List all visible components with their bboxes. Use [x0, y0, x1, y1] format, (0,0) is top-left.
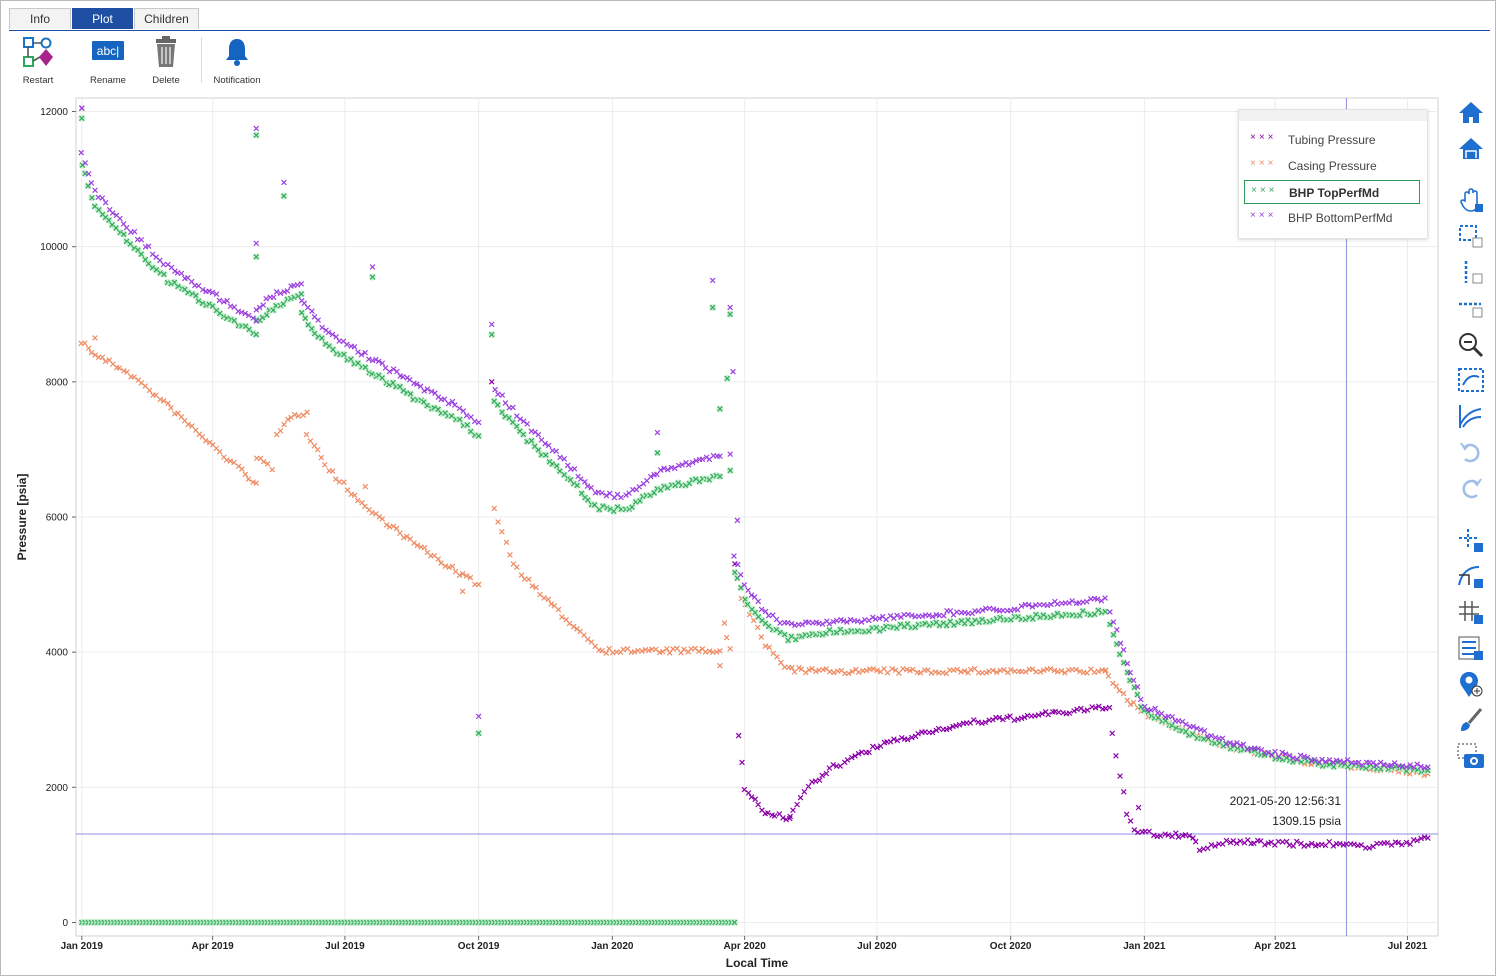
autoscale-tool-button[interactable] [1455, 365, 1487, 395]
legend-item-tubing[interactable]: ××× Tubing Pressure [1244, 128, 1420, 152]
legend-label-bhp-bottom: BHP BottomPerfMd [1288, 211, 1393, 225]
camera-icon [1457, 743, 1484, 768]
legend-header [1239, 110, 1427, 121]
x-axis-label: Local Time [726, 956, 789, 970]
y-axis-label: Pressure [psia] [15, 474, 29, 561]
y-tick-label: 12000 [40, 107, 68, 118]
legend-icon [1458, 636, 1483, 660]
redo-icon [1462, 478, 1482, 499]
x-tick-label: Jul 2020 [857, 941, 897, 952]
y-tick-label: 2000 [46, 783, 69, 794]
legend-marker-casing: ××× [1250, 158, 1277, 169]
legend-label-casing: Casing Pressure [1288, 159, 1377, 173]
curve-tool-tool-button[interactable] [1455, 561, 1487, 591]
y-tick-label: 10000 [40, 242, 68, 253]
home-reset-tool-button[interactable] [1455, 133, 1487, 163]
pan-hand-icon [1460, 188, 1483, 212]
crosshair-tool-button[interactable] [1455, 525, 1487, 555]
pressure-chart[interactable]: 0 2000 4000 6000 8000 10000 12000 Jan 2019 Apr 2… [1, 91, 1451, 975]
pin-add-tool-button[interactable] [1455, 669, 1487, 699]
x-tick-label: Apr 2020 [724, 941, 767, 952]
bell-icon [226, 39, 248, 66]
x-zoom-icon [1464, 261, 1483, 284]
x-tick-label: Oct 2020 [990, 941, 1032, 952]
legend-item-casing[interactable]: ××× Casing Pressure [1244, 154, 1420, 178]
restart-button[interactable]: Restart [3, 35, 73, 87]
y-tick-label: 0 [62, 918, 68, 929]
x-tick-label: Apr 2021 [1254, 941, 1297, 952]
x-tick-label: Jan 2019 [61, 941, 104, 952]
notification-button[interactable]: Notification [202, 35, 272, 87]
legend-item-bhp-top[interactable]: ××× BHP TopPerfMd [1244, 180, 1420, 204]
zoom-out-tool-button[interactable] [1455, 329, 1487, 359]
delete-label: Delete [152, 75, 180, 86]
grid-tool-button[interactable] [1455, 597, 1487, 627]
tooltip-value: 1309.15 psia [1272, 814, 1341, 828]
brush-tool-button[interactable] [1455, 705, 1487, 735]
legend-marker-tubing: ××× [1250, 132, 1277, 143]
chart-legend: ××× Tubing Pressure ××× Casing Pressure … [1238, 109, 1428, 239]
brush-icon [1461, 708, 1483, 731]
tab-children[interactable]: Children [134, 8, 199, 29]
undo-icon [1460, 442, 1480, 463]
y-tick-label: 6000 [46, 513, 69, 524]
tab-divider [9, 30, 1490, 31]
notification-label: Notification [213, 75, 261, 86]
undo-tool-button[interactable] [1455, 437, 1487, 467]
trash-icon [156, 36, 176, 67]
home-reset-icon [1459, 138, 1483, 159]
box-zoom-tool-button[interactable] [1455, 221, 1487, 251]
delete-button[interactable]: Delete [131, 35, 201, 87]
restart-label: Restart [22, 75, 54, 86]
y-tick-label: 8000 [46, 377, 69, 388]
redo-tool-button[interactable] [1455, 473, 1487, 503]
x-tick-label: Jul 2021 [1388, 941, 1428, 952]
crosshair-tooltip: 2021-05-20 12:56:31 1309.15 psia [1201, 791, 1341, 831]
box-zoom-icon [1459, 225, 1483, 248]
curve-tool-button[interactable] [1455, 401, 1487, 431]
legend-label-tubing: Tubing Pressure [1288, 133, 1376, 147]
rename-icon: abc| [92, 41, 124, 60]
autoscale-icon [1458, 368, 1484, 392]
home-icon [1459, 102, 1483, 123]
crosshair-icon [1459, 529, 1483, 552]
legend-item-bhp-bottom[interactable]: ××× BHP BottomPerfMd [1244, 206, 1420, 230]
home-tool-button[interactable] [1455, 97, 1487, 127]
legend-marker-bhp-bottom: ××× [1250, 210, 1277, 221]
tab-info[interactable]: Info [9, 8, 71, 29]
y-zoom-tool-button[interactable] [1455, 293, 1487, 323]
y-tick-label: 4000 [46, 648, 69, 659]
zoom-out-icon [1459, 333, 1484, 358]
x-tick-label: Jan 2021 [1123, 941, 1166, 952]
x-zoom-tool-button[interactable] [1455, 257, 1487, 287]
x-tick-label: Oct 2019 [458, 941, 500, 952]
grid-icon [1459, 601, 1483, 624]
curve-tool-icon [1458, 566, 1483, 588]
camera-tool-button[interactable] [1455, 741, 1487, 771]
x-tick-label: Jan 2020 [591, 941, 634, 952]
tooltip-time: 2021-05-20 12:56:31 [1229, 794, 1341, 808]
pan-hand-tool-button[interactable] [1455, 185, 1487, 215]
tab-plot[interactable]: Plot [72, 8, 133, 29]
legend-label-bhp-top: BHP TopPerfMd [1289, 186, 1380, 200]
y-zoom-icon [1459, 302, 1483, 318]
pin-add-icon [1460, 671, 1483, 697]
app-window: Info Plot Children Restart abc| Rename D… [0, 0, 1496, 976]
legend-marker-bhp-top: ××× [1251, 185, 1278, 196]
restart-icon [23, 37, 53, 67]
x-tick-label: Apr 2019 [192, 941, 235, 952]
x-tick-label: Jul 2019 [325, 941, 365, 952]
rename-icon-text: abc| [97, 44, 119, 58]
curve-icon [1459, 405, 1482, 428]
legend-tool-button[interactable] [1455, 633, 1487, 663]
